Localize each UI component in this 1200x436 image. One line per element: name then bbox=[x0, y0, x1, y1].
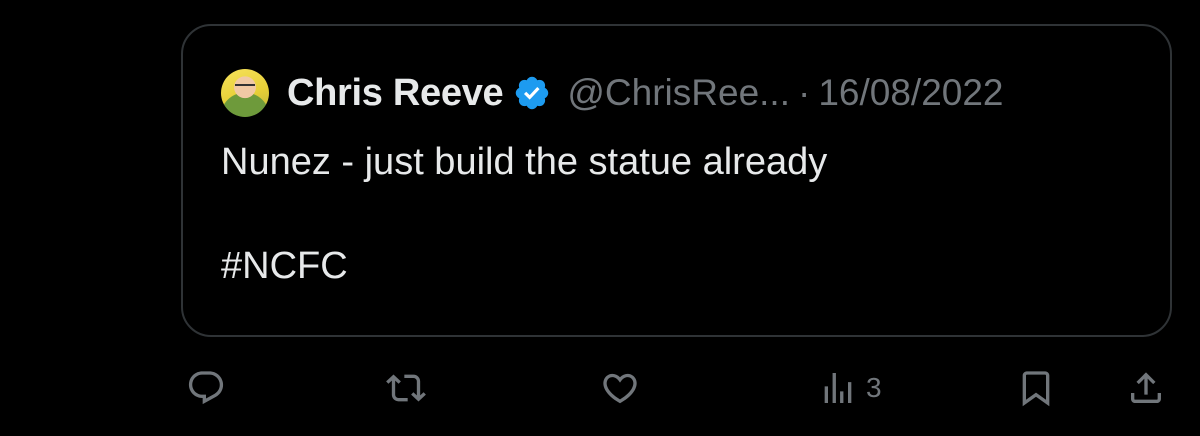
reply-button[interactable] bbox=[186, 366, 226, 410]
like-button[interactable] bbox=[600, 366, 640, 410]
quoted-tweet-card[interactable]: Chris Reeve @ChrisRee... · 16/08/2022 Nu… bbox=[181, 24, 1172, 337]
tweet-text: Nunez - just build the statue already #N… bbox=[221, 141, 828, 287]
avatar[interactable] bbox=[221, 69, 269, 117]
views-chart-icon bbox=[824, 373, 852, 403]
separator-dot: · bbox=[798, 72, 811, 113]
author-handle[interactable]: @ChrisRee... bbox=[567, 72, 790, 114]
bookmark-icon bbox=[1022, 371, 1050, 407]
tweet-view: Chris Reeve @ChrisRee... · 16/08/2022 Nu… bbox=[0, 0, 1200, 436]
verified-badge-icon[interactable] bbox=[513, 74, 551, 112]
views-button[interactable]: 3 bbox=[818, 366, 882, 410]
views-count: 3 bbox=[866, 372, 882, 403]
tweet-date[interactable]: 16/08/2022 bbox=[818, 72, 1003, 114]
retweet-button[interactable] bbox=[386, 366, 426, 410]
display-name[interactable]: Chris Reeve bbox=[287, 72, 504, 115]
author-row: Chris Reeve @ChrisRee... · 16/08/2022 bbox=[221, 66, 1004, 120]
share-icon bbox=[1131, 372, 1161, 403]
reply-icon bbox=[188, 371, 224, 405]
bookmark-button[interactable] bbox=[1016, 366, 1056, 410]
avatar-glasses-detail bbox=[235, 84, 255, 91]
heart-icon bbox=[603, 373, 637, 404]
action-bar: 3 bbox=[0, 360, 1200, 416]
retweet-icon bbox=[386, 374, 426, 402]
share-button[interactable] bbox=[1126, 366, 1166, 410]
